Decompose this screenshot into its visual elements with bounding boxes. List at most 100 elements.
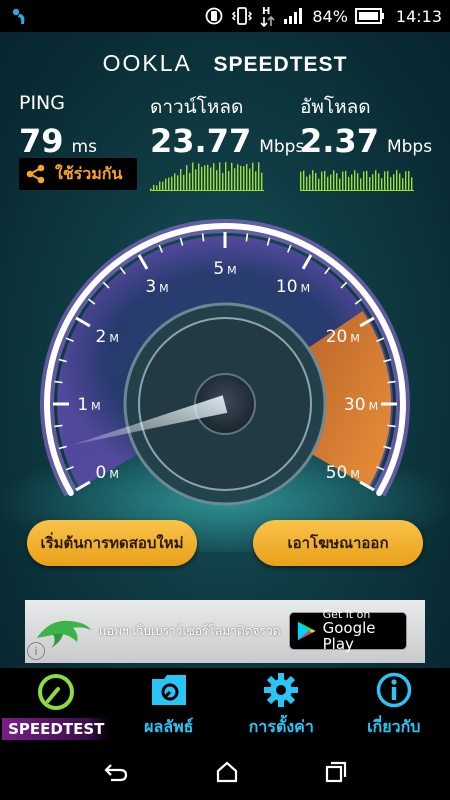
play-store-icon [297,621,316,641]
download-number: 23.77 [150,122,252,160]
sparkline-bar [240,165,242,191]
ping-label: PING [19,92,65,114]
upload-value: 2.37 Mbps [300,122,432,160]
sparkline-bar [378,173,380,191]
status-bar: H 84% 14:13 [0,0,450,32]
upload-sparkline [300,170,414,191]
sparkline-bar [336,173,338,191]
sparkline-bar [255,171,257,191]
tab-results-label: ผลลัพธ์ [144,717,194,736]
rotate-phone-icon [205,7,223,25]
gauge-tick-unit: M [301,282,311,295]
sparkline-bar [243,166,245,191]
speed-gauge: 0 M1 M2 M3 M5 M10 M20 M30 M50 M [0,219,450,552]
bottom-tab-bar: SPEEDTEST ผลลัพธ์ การตั้งค่า เกี่ยวกับ [0,668,450,744]
google-play-button[interactable]: Get it on Google Play [289,609,407,652]
sparkline-bar [309,174,311,191]
home-icon[interactable] [215,761,239,783]
gauge-tick-number: 2 [96,327,107,347]
sparkline-bar [384,171,386,191]
sparkline-bar [390,177,392,191]
gauge-tick-number: 10 [276,277,298,297]
gauge-tick-unit: M [109,332,119,345]
download-value: 23.77 Mbps [150,122,304,160]
gauge-tick-number: 20 [326,327,348,347]
gauge-tick-number: 30 [344,395,366,415]
sparkline-bar [372,174,374,191]
sparkline-bar [162,181,164,191]
folder-icon [151,675,186,705]
ping-unit: ms [71,137,97,157]
sparkline-bar [174,173,176,191]
gauge-tick-unit: M [369,400,379,413]
sparkline-bar [381,178,383,191]
sparkline-bar [360,178,362,191]
tab-about-label: เกี่ยวกับ [367,717,421,736]
sparkline-bar [168,177,170,191]
sparkline-bar [318,178,320,191]
sparkline-bar [312,170,314,191]
tab-settings[interactable]: การตั้งค่า [225,668,338,744]
sparkline-bar [213,163,215,191]
sparkline-bar [402,178,404,191]
info-icon [376,672,411,708]
sparkline-bar [198,163,200,191]
tab-about[interactable]: เกี่ยวกับ [338,668,450,744]
upload-unit: Mbps [386,137,433,157]
remove-ads-button[interactable]: เอาโฆษณาออก [253,520,423,566]
sparkline-bar [339,178,341,191]
data-transfer-icon: H [260,6,275,28]
svg-text:H: H [262,6,270,17]
gauge-minor-tick [387,424,396,428]
sparkline-bar [393,174,395,191]
clock: 14:13 [395,6,442,26]
gauge-minor-tick [387,380,396,384]
sparkline-bar [345,170,347,191]
sparkline-bar [342,171,344,191]
sparkline-bar [189,172,191,191]
sparkline-bar [186,165,188,191]
sparkline-bar [315,173,317,191]
ping-value: 79 ms [19,122,97,160]
gauge-tick-unit: M [350,468,360,481]
signal-icon [284,8,303,24]
share-button[interactable]: ใช้ร่วมกัน [19,158,137,190]
tab-speedtest[interactable]: SPEEDTEST [0,668,113,744]
sparkline-bar [354,170,356,191]
back-icon[interactable] [103,761,129,783]
download-sparkline [150,162,264,191]
sparkline-bar [210,167,212,191]
sparkline-bar [222,172,224,191]
retest-button[interactable]: เริ่มต้นการทดสอบใหม่ [27,520,197,566]
share-button-label: ใช้ร่วมกัน [55,163,123,183]
system-nav-bar [0,744,450,800]
tab-results[interactable]: ผลลัพธ์ [113,668,226,744]
sparkline-bar [411,177,413,191]
sparkline-bar [180,169,182,191]
gauge-tick-unit: M [159,282,169,295]
sparkline-bar [228,170,230,191]
gauge-tick-number: 0 [96,463,107,483]
upload-label: อัพโหลด [300,96,371,118]
sparkline-bar [252,162,254,191]
sparkline-bar [396,170,398,191]
sparkline-bar [195,169,197,191]
sparkline-bar [225,162,227,191]
sparkline-bar [327,176,329,191]
sparkline-bar [348,176,350,191]
sparkline-bar [300,171,302,191]
recents-icon[interactable] [325,761,347,783]
sparkline-bar [261,172,263,191]
ping-number: 79 [19,122,64,160]
battery-percent: 84% [312,6,348,26]
ad-info-icon[interactable]: i [27,642,45,660]
sparkline-bar [324,170,326,191]
sparkline-bar [201,166,203,191]
tab-speedtest-label: SPEEDTEST [2,718,111,740]
ad-banner[interactable]: แอพฯ เว็บเบราว์เซอร์โลมาติดจรวด Get it o… [25,600,425,663]
app-logo: OOKLA SPEEDTEST [0,50,450,77]
sparkline-bar [183,174,185,191]
tab-settings-label: การตั้งค่า [248,717,314,736]
gauge-tick-unit: M [109,468,119,481]
sparkline-bar [375,170,377,191]
